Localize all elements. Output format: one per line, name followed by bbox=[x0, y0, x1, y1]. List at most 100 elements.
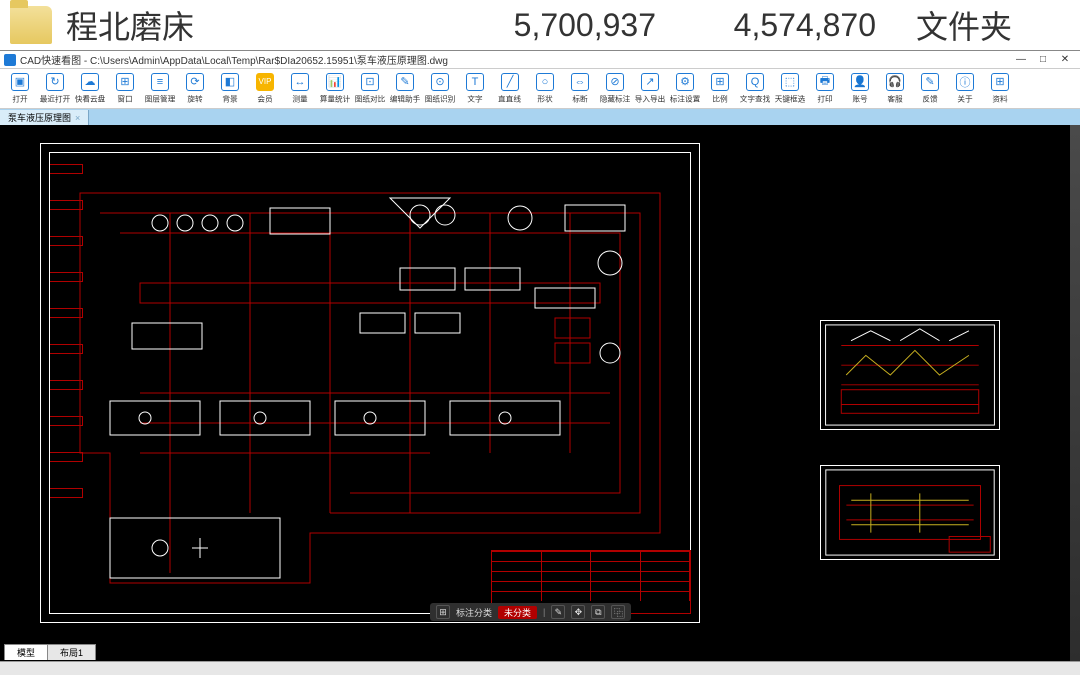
toolbar-账号[interactable]: 👤账号 bbox=[844, 73, 876, 105]
toolbar-快看云盘[interactable]: ☁快看云盘 bbox=[74, 73, 106, 105]
maximize-button[interactable]: □ bbox=[1032, 52, 1054, 68]
annotation-category-select[interactable]: 未分类 bbox=[498, 606, 537, 619]
toolbar-打开[interactable]: ▣打开 bbox=[4, 73, 36, 105]
title-bar[interactable]: CAD快速看图 - C:\Users\Admin\AppData\Local\T… bbox=[0, 51, 1080, 69]
toolbar-icon: VIP bbox=[256, 73, 274, 91]
toolbar-label: 直直线 bbox=[499, 92, 522, 103]
toolbar-icon: ⚙ bbox=[676, 73, 694, 91]
move-icon[interactable]: ✥ bbox=[571, 605, 585, 619]
toolbar-icon: 📊 bbox=[326, 73, 344, 91]
toolbar-天键框选[interactable]: ⬚天键框选 bbox=[774, 73, 806, 105]
toolbar-label: 比例 bbox=[712, 92, 727, 103]
close-tab-icon[interactable]: × bbox=[75, 113, 80, 123]
toolbar-label: 编辑助手 bbox=[390, 92, 421, 103]
tab-model[interactable]: 模型 bbox=[4, 644, 48, 660]
toolbar-标断[interactable]: ⇔标断 bbox=[564, 73, 596, 105]
toolbar-icon: ↗ bbox=[641, 73, 659, 91]
toolbar-label: 图层管理 bbox=[145, 92, 176, 103]
toolbar-直直线[interactable]: ╱直直线 bbox=[494, 73, 526, 105]
layout-tabs: 模型 布局1 bbox=[4, 644, 95, 660]
toolbar-算量统计[interactable]: 📊算量统计 bbox=[319, 73, 351, 105]
toolbar-icon: ⊙ bbox=[431, 73, 449, 91]
toolbar: ▣打开↻最近打开☁快看云盘⊞窗口≡图层管理⟳旋转◧背景VIP会员↔测量📊算量统计… bbox=[0, 69, 1080, 109]
toolbar-最近打开[interactable]: ↻最近打开 bbox=[39, 73, 71, 105]
toolbar-icon: ≡ bbox=[151, 73, 169, 91]
toolbar-icon: ○ bbox=[536, 73, 554, 91]
toolbar-label: 文字 bbox=[467, 92, 482, 103]
toolbar-资料[interactable]: ⊞资料 bbox=[984, 73, 1016, 105]
toolbar-背景[interactable]: ◧背景 bbox=[214, 73, 246, 105]
toolbar-icon: ⬚ bbox=[781, 73, 799, 91]
toolbar-图纸识别[interactable]: ⊙图纸识别 bbox=[424, 73, 456, 105]
toolbar-icon: ◧ bbox=[221, 73, 239, 91]
toolbar-客服[interactable]: 🎧客服 bbox=[879, 73, 911, 105]
toolbar-label: 资料 bbox=[992, 92, 1007, 103]
toolbar-icon: ⊡ bbox=[361, 73, 379, 91]
toolbar-label: 反馈 bbox=[922, 92, 937, 103]
close-button[interactable]: ✕ bbox=[1054, 52, 1076, 68]
toolbar-icon: ⓘ bbox=[956, 73, 974, 91]
folder-icon bbox=[10, 6, 52, 44]
copy-icon[interactable]: ⧉ bbox=[591, 605, 605, 619]
toolbar-icon: ☁ bbox=[81, 73, 99, 91]
document-tab[interactable]: 泵车液压原理图 × bbox=[0, 110, 89, 125]
toolbar-标注设置[interactable]: ⚙标注设置 bbox=[669, 73, 701, 105]
file-type: 文件夹 bbox=[916, 2, 1012, 48]
toolbar-label: 导入导出 bbox=[635, 92, 666, 103]
toolbar-编辑助手[interactable]: ✎编辑助手 bbox=[389, 73, 421, 105]
toolbar-会员[interactable]: VIP会员 bbox=[249, 73, 281, 105]
minimize-button[interactable]: — bbox=[1010, 52, 1032, 68]
toolbar-旋转[interactable]: ⟳旋转 bbox=[179, 73, 211, 105]
toolbar-图纸对比[interactable]: ⊡图纸对比 bbox=[354, 73, 386, 105]
file-size-col2: 4,574,870 bbox=[656, 7, 876, 44]
toolbar-icon: ✎ bbox=[396, 73, 414, 91]
toolbar-label: 会员 bbox=[257, 92, 272, 103]
document-tab-label: 泵车液压原理图 bbox=[8, 111, 71, 124]
toolbar-label: 背景 bbox=[222, 92, 237, 103]
toolbar-label: 测量 bbox=[292, 92, 307, 103]
toolbar-icon: T bbox=[466, 73, 484, 91]
toolbar-icon: ⊞ bbox=[991, 73, 1009, 91]
toolbar-反馈[interactable]: ✎反馈 bbox=[914, 73, 946, 105]
tab-layout1[interactable]: 布局1 bbox=[47, 644, 96, 660]
grid-icon[interactable]: ⊞ bbox=[436, 605, 450, 619]
toolbar-形状[interactable]: ○形状 bbox=[529, 73, 561, 105]
toolbar-label: 天键框选 bbox=[775, 92, 806, 103]
cad-window: CAD快速看图 - C:\Users\Admin\AppData\Local\T… bbox=[0, 50, 1080, 675]
thumbnail-1[interactable] bbox=[820, 320, 1000, 430]
toolbar-文字[interactable]: T文字 bbox=[459, 73, 491, 105]
toolbar-图层管理[interactable]: ≡图层管理 bbox=[144, 73, 176, 105]
toolbar-label: 快看云盘 bbox=[75, 92, 106, 103]
cad-canvas[interactable]: ⊞ 标注分类 未分类 | ✎ ✥ ⧉ ⿻ 模型 布局1 bbox=[0, 125, 1080, 661]
edit-icon[interactable]: ✎ bbox=[551, 605, 565, 619]
toolbar-label: 文字查找 bbox=[740, 92, 771, 103]
toolbar-icon: ↻ bbox=[46, 73, 64, 91]
duplicate-icon[interactable]: ⿻ bbox=[611, 605, 625, 619]
toolbar-关于[interactable]: ⓘ关于 bbox=[949, 73, 981, 105]
toolbar-比例[interactable]: ⊞比例 bbox=[704, 73, 736, 105]
toolbar-导入导出[interactable]: ↗导入导出 bbox=[634, 73, 666, 105]
toolbar-label: 旋转 bbox=[187, 92, 202, 103]
thumbnail-2[interactable] bbox=[820, 465, 1000, 560]
toolbar-label: 窗口 bbox=[117, 92, 132, 103]
toolbar-icon: ⟳ bbox=[186, 73, 204, 91]
toolbar-文字查找[interactable]: Q文字查找 bbox=[739, 73, 771, 105]
toolbar-icon: ✎ bbox=[921, 73, 939, 91]
toolbar-label: 图纸对比 bbox=[355, 92, 386, 103]
annotation-category-label: 标注分类 bbox=[456, 606, 492, 619]
drawing-sheet[interactable] bbox=[40, 143, 700, 623]
toolbar-label: 账号 bbox=[852, 92, 867, 103]
toolbar-label: 标注设置 bbox=[670, 92, 701, 103]
toolbar-icon: 🖶 bbox=[816, 73, 834, 91]
toolbar-label: 关于 bbox=[957, 92, 972, 103]
toolbar-窗口[interactable]: ⊞窗口 bbox=[109, 73, 141, 105]
toolbar-测量[interactable]: ↔测量 bbox=[284, 73, 316, 105]
file-row[interactable]: 程北磨床 5,700,937 4,574,870 文件夹 bbox=[0, 0, 1080, 50]
toolbar-icon: 🎧 bbox=[886, 73, 904, 91]
toolbar-icon: ▣ bbox=[11, 73, 29, 91]
toolbar-label: 隐藏标注 bbox=[600, 92, 631, 103]
toolbar-label: 标断 bbox=[572, 92, 587, 103]
view-toolbar[interactable]: ⊞ 标注分类 未分类 | ✎ ✥ ⧉ ⿻ bbox=[430, 603, 631, 621]
toolbar-打印[interactable]: 🖶打印 bbox=[809, 73, 841, 105]
toolbar-隐藏标注[interactable]: ⊘隐藏标注 bbox=[599, 73, 631, 105]
